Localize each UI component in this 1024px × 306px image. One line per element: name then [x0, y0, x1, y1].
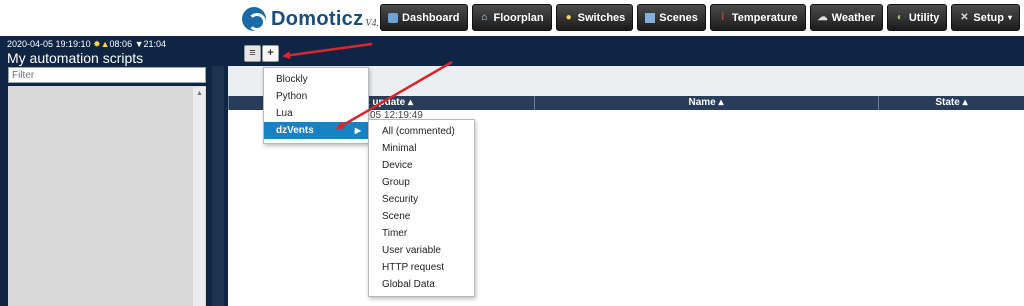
caret-down-icon: ▾: [1007, 13, 1012, 22]
floorplan-icon: ⌂: [481, 11, 488, 23]
plus-icon: +: [267, 47, 274, 59]
menu-item-device[interactable]: Device: [369, 157, 474, 174]
menu-item-security[interactable]: Security: [369, 191, 474, 208]
nav-utility-button[interactable]: ◐ Utility: [886, 4, 948, 31]
utility-icon: ◐: [896, 11, 903, 23]
panel-title: My automation scripts: [7, 50, 144, 66]
menu-item-http-request[interactable]: HTTP request: [369, 259, 474, 276]
menu-item-user-variable[interactable]: User variable: [369, 242, 474, 259]
scenes-icon: [645, 12, 656, 23]
dzvents-template-menu: All (commented) Minimal Device Group Sec…: [368, 119, 475, 297]
nav-setup-button[interactable]: ✕ Setup ▾: [951, 4, 1020, 31]
nav-switches-button[interactable]: ● Switches: [555, 4, 634, 31]
new-script-menu: Blockly Python Lua dzVents ▶: [263, 67, 369, 144]
thermometer-icon: ǀ: [721, 11, 725, 23]
menu-item-scene[interactable]: Scene: [369, 208, 474, 225]
script-list-scrollbar[interactable]: [193, 87, 205, 306]
menu-item-lua[interactable]: Lua: [264, 105, 368, 122]
sort-icon: ▴: [962, 97, 968, 108]
status-line: 2020-04-05 19:19:10 ✸▲08:06 ▼21:04: [7, 39, 166, 50]
column-name[interactable]: Name ▴: [534, 96, 877, 110]
sunrise-time: 08:06: [109, 39, 133, 49]
menu-item-timer[interactable]: Timer: [369, 225, 474, 242]
add-script-button[interactable]: +: [262, 45, 279, 62]
main-navigation: Dashboard ⌂ Floorplan ● Switches Scenes ǀT…: [380, 4, 1020, 31]
menu-item-minimal[interactable]: Minimal: [369, 140, 474, 157]
lightbulb-icon: ●: [565, 11, 572, 23]
sort-icon: ▴: [718, 97, 724, 108]
editor-toolbar: [228, 36, 1024, 66]
menu-item-all-commented[interactable]: All (commented): [369, 123, 474, 140]
nav-floorplan-button[interactable]: ⌂ Floorplan: [471, 4, 552, 31]
sunrise-icon: ✸▲: [93, 39, 110, 49]
nav-weather-button[interactable]: ☁ Weather: [809, 4, 883, 31]
list-view-button[interactable]: ≡: [244, 45, 261, 62]
menu-item-dzvents[interactable]: dzVents ▶: [264, 122, 368, 139]
menu-item-group[interactable]: Group: [369, 174, 474, 191]
menu-item-python[interactable]: Python: [264, 88, 368, 105]
caret-right-icon: ▶: [354, 126, 361, 135]
filter-input[interactable]: [8, 67, 206, 83]
nav-temperature-button[interactable]: ǀ Temperature: [709, 4, 806, 31]
scroll-up-icon[interactable]: ▲: [196, 90, 203, 97]
current-datetime: 2020-04-05 19:19:10: [7, 39, 91, 49]
tools-icon: ✕: [960, 11, 969, 23]
dashboard-icon: [388, 12, 399, 23]
column-state[interactable]: State ▴: [878, 96, 1024, 110]
sunset-icon: ▼: [134, 39, 144, 49]
nav-scenes-button[interactable]: Scenes: [637, 4, 706, 31]
list-icon: ≡: [249, 47, 256, 59]
sort-icon: ▴: [407, 97, 413, 108]
menu-item-blockly[interactable]: Blockly: [264, 71, 368, 88]
cloud-icon: ☁: [817, 11, 828, 23]
panel-splitter[interactable]: [212, 66, 224, 306]
domoticz-logo-icon: [242, 7, 266, 31]
menu-item-global-data[interactable]: Global Data: [369, 276, 474, 293]
app-name: Domoticz: [271, 7, 364, 30]
sunset-time: 21:04: [143, 39, 167, 49]
nav-dashboard-button[interactable]: Dashboard: [380, 4, 468, 31]
script-list[interactable]: [8, 86, 206, 306]
